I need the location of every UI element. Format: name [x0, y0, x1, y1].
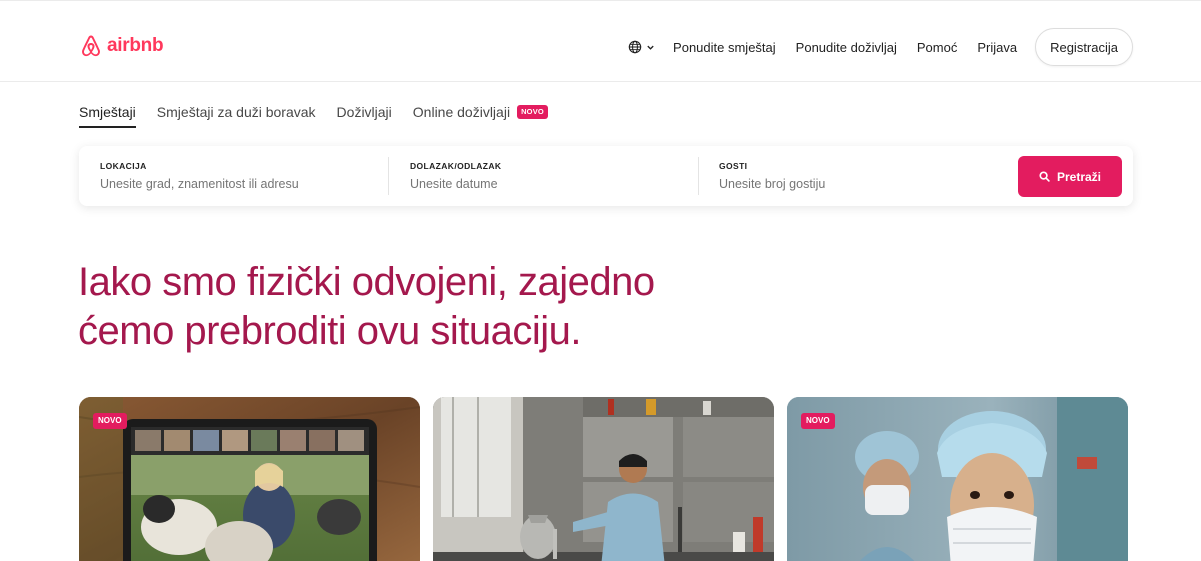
new-badge: NOVO	[517, 105, 548, 119]
nav-help-link[interactable]: Pomoć	[917, 40, 957, 55]
promo-card-online-experience[interactable]: NOVO	[79, 397, 420, 561]
tab-experiences[interactable]: Doživljaji	[337, 104, 392, 126]
promo-card-healthcare[interactable]: NOVO	[787, 397, 1128, 561]
register-button[interactable]: Registracija	[1035, 28, 1133, 66]
airbnb-logo-icon	[82, 35, 100, 57]
dates-input[interactable]	[410, 177, 670, 191]
dates-field[interactable]: DOLAZAK/ODLAZAK	[410, 146, 670, 206]
search-button-label: Pretraži	[1056, 169, 1102, 184]
nav-host-home-link[interactable]: Ponudite smještaj	[673, 40, 776, 55]
nav-login-link[interactable]: Prijava	[977, 40, 1017, 55]
new-badge: NOVO	[93, 413, 127, 429]
location-input[interactable]	[100, 177, 360, 191]
hero-heading-line: Iako smo fizički odvojeni, zajedno	[78, 260, 655, 304]
chevron-down-icon	[647, 45, 654, 50]
location-label: LOKACIJA	[100, 161, 147, 171]
hero-heading: Iako smo fizički odvojeni, zajedno ćemo …	[78, 258, 838, 356]
airbnb-logo[interactable]: airbnb	[79, 31, 164, 61]
search-category-tabs: Smještaji Smještaji za duži boravak Doži…	[79, 104, 569, 128]
search-icon	[1039, 171, 1050, 182]
field-divider	[388, 157, 389, 195]
search-bar: LOKACIJA DOLAZAK/ODLAZAK GOSTI Pretraži	[79, 146, 1133, 206]
language-selector[interactable]	[628, 40, 655, 54]
tab-long-stays[interactable]: Smještaji za duži boravak	[157, 104, 316, 126]
field-divider	[698, 157, 699, 195]
promo-card-cooking[interactable]	[433, 397, 774, 561]
guests-field[interactable]: GOSTI	[719, 146, 979, 206]
nav-host-experience-link[interactable]: Ponudite doživljaj	[796, 40, 897, 55]
hero-heading-line: ćemo prebroditi ovu situaciju.	[78, 309, 582, 353]
tab-online-experiences-label: Online doživljaji	[412, 104, 511, 120]
top-navigation-bar: airbnb Ponudite smještaj Ponudite doživl…	[0, 0, 1201, 82]
airbnb-wordmark: airbnb	[107, 35, 164, 56]
tab-online-experiences[interactable]: Online doživljaji NOVO	[413, 104, 548, 126]
guests-label: GOSTI	[719, 161, 748, 171]
location-field[interactable]: LOKACIJA	[100, 146, 360, 206]
healthcare-image	[787, 397, 1128, 561]
new-badge: NOVO	[801, 413, 835, 429]
online-experience-image	[79, 397, 420, 561]
dates-label: DOLAZAK/ODLAZAK	[410, 161, 502, 171]
cooking-image	[433, 397, 774, 561]
guests-input[interactable]	[719, 177, 979, 191]
globe-icon	[628, 40, 642, 54]
tab-stays[interactable]: Smještaji	[79, 104, 136, 128]
search-button[interactable]: Pretraži	[1018, 156, 1122, 197]
header-nav: Ponudite smještaj Ponudite doživljaj Pom…	[628, 28, 1133, 66]
